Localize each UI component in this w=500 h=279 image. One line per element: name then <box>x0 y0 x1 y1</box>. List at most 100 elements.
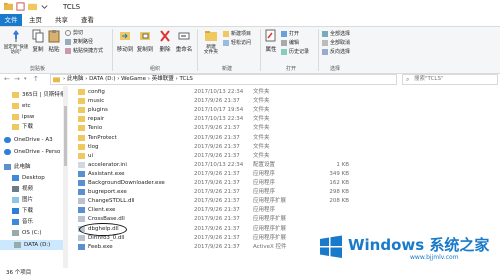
group-label-organize: 组织 <box>150 66 161 72</box>
breadcrumb-item[interactable]: 此电脑 <box>67 76 84 82</box>
file-row[interactable]: config 2017/10/13 22:34 文件夹 <box>76 88 376 96</box>
file-date: 2017/9/26 21:37 <box>194 234 240 241</box>
new-item-button[interactable]: 新建项目 <box>223 30 251 37</box>
file-row[interactable]: plugins 2017/10/17 19:54 文件夹 <box>76 106 376 114</box>
chevron-down-icon[interactable] <box>40 2 49 11</box>
tab-share[interactable]: 共享 <box>55 14 68 26</box>
file-row[interactable]: accelerator.ini 2017/10/13 22:34 配置设置 1 KB <box>76 161 376 169</box>
sidebar-item[interactable]: OneDrive - Perso <box>4 147 60 157</box>
sidebar-item[interactable]: 此电脑 <box>4 162 31 172</box>
breadcrumb-item[interactable]: WeGame <box>121 76 146 82</box>
breadcrumb-item[interactable]: 英雄联盟 <box>152 76 174 82</box>
sidebar-item[interactable]: 音乐 <box>12 217 33 227</box>
breadcrumb-item[interactable]: TCLS <box>179 76 192 82</box>
history-icon <box>281 48 287 55</box>
sidebar-item[interactable]: 图片 <box>12 195 33 205</box>
file-row[interactable]: BackgroundDownloader.exe 2017/9/26 21:37 应… <box>76 179 376 187</box>
watermark-text: Windows 系统之家 <box>348 236 490 254</box>
up-button[interactable]: ↑ <box>33 74 39 84</box>
pin-icon <box>13 30 19 42</box>
sidebar-scrollbar[interactable] <box>63 86 68 268</box>
group-label-new: 新建 <box>222 66 233 72</box>
invert-selection-button[interactable]: 反向选择 <box>322 48 350 55</box>
paste-shortcut-button[interactable]: 粘贴快捷方式 <box>65 47 103 54</box>
sidebar-item[interactable]: 下载 <box>12 206 33 216</box>
ribbon-separator <box>112 29 113 71</box>
tab-view[interactable]: 查看 <box>81 14 94 26</box>
file-date: 2017/9/26 21:37 <box>194 98 240 105</box>
sidebar-item-selected[interactable]: DATA (D:) <box>0 240 68 250</box>
folder-icon <box>78 89 85 95</box>
ribbon: 固定到"快速访问" 复制 粘贴 剪切 复制路径 粘贴快捷方式 剪贴板 移动到 复… <box>0 26 500 74</box>
exe-file-icon <box>78 243 85 250</box>
move-to-button[interactable]: 移动到 <box>116 29 134 53</box>
new-folder-quick-icon[interactable] <box>28 2 37 11</box>
shortcut-icon <box>65 47 71 54</box>
ribbon-separator <box>197 29 198 71</box>
exe-file-icon <box>78 170 85 177</box>
file-type: 应用程序 <box>253 207 276 214</box>
sidebar-item[interactable]: 视频 <box>12 184 33 194</box>
new-item-icon <box>223 30 229 37</box>
breadcrumb-item[interactable]: DATA (D:) <box>89 76 115 82</box>
file-type: ActiveX 控件 <box>253 243 287 250</box>
easy-access-button[interactable]: 轻松访问 <box>223 39 251 46</box>
file-type: 应用程序扩展 <box>253 198 287 205</box>
file-type: 应用程序扩展 <box>253 225 287 232</box>
folder-icon <box>12 92 19 98</box>
address-bar[interactable]: › 此电脑 › DATA (D:) › WeGame › 英雄联盟 › TCLS <box>50 74 397 85</box>
sidebar-item[interactable]: Desktop <box>12 173 45 183</box>
edit-button[interactable]: 编辑 <box>281 39 299 46</box>
pin-to-quick-access-button[interactable]: 固定到"快速访问" <box>3 29 29 55</box>
file-row[interactable]: ui 2017/9/26 21:37 文件夹 <box>76 152 376 160</box>
file-row[interactable]: Tenio 2017/9/26 21:37 文件夹 <box>76 124 376 132</box>
cut-button[interactable]: 剪切 <box>65 29 83 36</box>
sidebar-item[interactable]: 下载 <box>12 122 33 132</box>
file-row[interactable]: Assistant.exe 2017/9/26 21:37 应用程序 349 KB <box>76 170 376 178</box>
file-name: BackgroundDownloader.exe <box>88 180 165 186</box>
sidebar-item[interactable]: 365日 | 贝斯特条 <box>12 90 65 100</box>
sidebar-item[interactable]: OneDrive - A3 <box>4 135 53 145</box>
select-all-button[interactable]: 全部选择 <box>322 30 350 37</box>
file-row[interactable]: TenProtect 2017/9/26 21:37 文件夹 <box>76 134 376 142</box>
rename-button[interactable]: 重命名 <box>175 29 193 53</box>
file-type: 文件夹 <box>253 143 270 150</box>
paste-button[interactable]: 粘贴 <box>47 29 61 53</box>
dll-file-icon <box>78 198 85 205</box>
open-button[interactable]: 打开 <box>281 30 299 37</box>
sidebar-item[interactable]: ipsw <box>12 112 34 122</box>
file-type: 应用程序 <box>253 180 276 186</box>
properties-quick-icon[interactable] <box>16 2 25 11</box>
search-input[interactable]: ⌕ 搜索"TCLS" <box>402 74 498 85</box>
exe-file-icon <box>78 180 85 186</box>
dll-file-icon <box>78 234 85 241</box>
copy-path-button[interactable]: 复制路径 <box>65 38 93 45</box>
file-date: 2017/9/26 21:37 <box>194 207 240 214</box>
file-row[interactable]: CrossBase.dll 2017/9/26 21:37 应用程序扩展 <box>76 215 376 223</box>
delete-button[interactable]: 删除 <box>158 29 172 53</box>
scrollbar-thumb[interactable] <box>64 106 67 166</box>
file-type: 文件夹 <box>253 116 270 123</box>
history-button[interactable]: 历史记录 <box>281 48 309 55</box>
forward-button[interactable]: → <box>14 74 20 84</box>
sidebar-item[interactable]: OS (C:) <box>12 228 42 238</box>
file-row[interactable]: bugreport.exe 2017/9/26 21:37 应用程序 298 KB <box>76 188 376 196</box>
file-row[interactable]: Client.exe 2017/9/26 21:37 应用程序 <box>76 206 376 214</box>
file-row[interactable]: tlog 2017/9/26 21:37 文件夹 <box>76 143 376 151</box>
file-date: 2017/10/13 22:34 <box>194 161 244 168</box>
recent-locations-button[interactable]: ▾ <box>24 74 27 84</box>
file-date: 2017/9/26 21:37 <box>194 225 240 232</box>
copy-button[interactable]: 复制 <box>31 29 45 53</box>
tab-file[interactable]: 文件 <box>0 14 22 26</box>
file-row[interactable]: repair 2017/10/13 22:34 文件夹 <box>76 115 376 123</box>
select-none-button[interactable]: 全部取消 <box>322 39 350 46</box>
file-row[interactable]: ChangeSTDLL.dll 2017/9/26 21:37 应用程序扩展 208 … <box>76 197 376 205</box>
sidebar-item[interactable]: etc <box>12 101 31 111</box>
back-button[interactable]: ← <box>4 74 10 84</box>
tab-home[interactable]: 主页 <box>29 14 42 26</box>
properties-button[interactable]: 属性 <box>264 29 278 53</box>
new-folder-button[interactable]: 新建 文件夹 <box>201 29 221 55</box>
file-row[interactable]: music 2017/9/26 21:37 文件夹 <box>76 97 376 105</box>
copy-to-button[interactable]: 复制到 <box>136 29 154 53</box>
file-type: 文件夹 <box>253 107 270 114</box>
